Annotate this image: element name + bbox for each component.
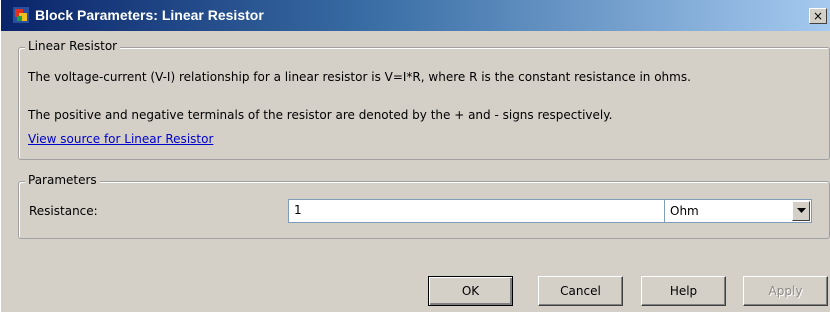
resistance-input[interactable]: 1 (288, 199, 667, 223)
ok-button[interactable]: OK (428, 276, 513, 306)
dialog-window: Block Parameters: Linear Resistor × Line… (0, 0, 830, 312)
close-button[interactable]: × (809, 8, 827, 24)
view-source-link[interactable]: View source for Linear Resistor (28, 132, 213, 146)
resistance-unit-dropdown[interactable]: Ohm (664, 199, 812, 223)
description-group: Linear Resistor The voltage-current (V-I… (18, 39, 830, 160)
description-group-label: Linear Resistor (25, 39, 121, 53)
chevron-down-icon (797, 208, 806, 213)
close-icon: × (812, 9, 824, 23)
title-bar[interactable]: Block Parameters: Linear Resistor × (1, 0, 830, 31)
window-title: Block Parameters: Linear Resistor (35, 7, 264, 23)
parameters-group-label: Parameters (25, 173, 100, 187)
description-line-1: The voltage-current (V-I) relationship f… (28, 70, 691, 84)
help-button[interactable]: Help (641, 276, 726, 306)
description-line-2: The positive and negative terminals of t… (28, 108, 613, 122)
cancel-button[interactable]: Cancel (538, 276, 623, 306)
apply-button[interactable]: Apply (743, 276, 828, 306)
dropdown-arrow-button[interactable] (792, 201, 810, 221)
simulink-block-icon (13, 7, 29, 23)
resistance-label: Resistance: (29, 204, 98, 218)
resistance-unit-value: Ohm (670, 204, 699, 218)
parameters-group: Parameters Resistance: 1 Ohm (18, 173, 830, 239)
